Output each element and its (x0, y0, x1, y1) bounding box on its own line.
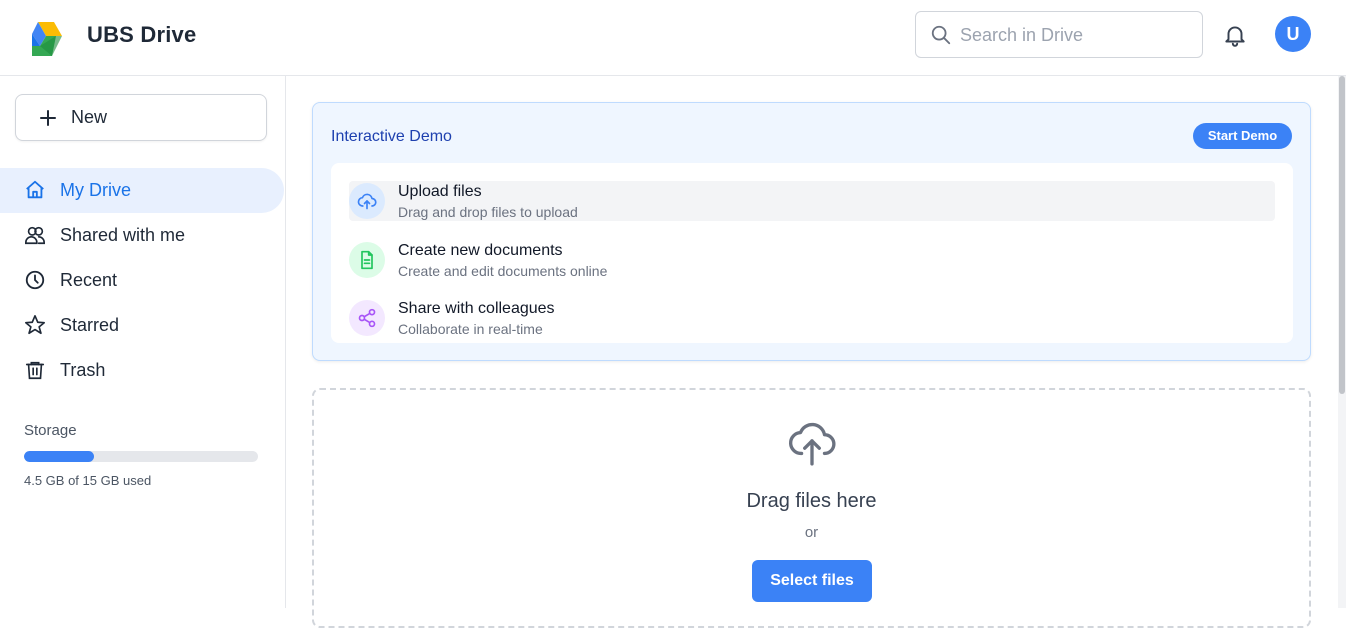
clock-icon (25, 270, 45, 290)
demo-title: Interactive Demo (331, 128, 452, 145)
demo-step-description: Collaborate in real-time (398, 321, 543, 337)
select-files-button[interactable]: Select files (752, 560, 872, 602)
interactive-demo-panel: Interactive Demo Start Demo Upload files… (312, 102, 1311, 361)
drop-zone-or-text: or (804, 524, 819, 541)
sidebar-item-shared-with-me[interactable]: Shared with me (0, 213, 284, 258)
sidebar-item-label: My Drive (60, 180, 131, 200)
sidebar-item-starred[interactable]: Starred (0, 303, 284, 348)
sidebar-item-trash[interactable]: Trash (0, 348, 284, 393)
demo-step-title: Upload files (398, 183, 482, 200)
demo-step-description: Drag and drop files to upload (398, 204, 578, 220)
cloud-upload-icon (788, 422, 836, 466)
new-button[interactable]: New (15, 94, 267, 141)
sidebar-item-label: Recent (60, 270, 118, 290)
sidebar-item-my-drive[interactable]: My Drive (0, 168, 284, 213)
search-input[interactable] (960, 20, 1195, 50)
storage-progress-bar (24, 451, 258, 462)
search-box[interactable] (915, 11, 1203, 58)
demo-step-title: Share with colleagues (398, 300, 555, 317)
sidebar-item-label: Starred (60, 315, 120, 335)
demo-step-create-docs[interactable]: Create new documents Create and edit doc… (349, 240, 1275, 280)
sidebar-item-recent[interactable]: Recent (0, 258, 284, 303)
demo-step-upload[interactable]: Upload files Drag and drop files to uplo… (349, 181, 1275, 221)
sidebar: New My Drive Shared with me Recent Starr… (0, 76, 286, 608)
main-scrollbar[interactable] (1338, 76, 1346, 608)
demo-step-share[interactable]: Share with colleagues Collaborate in rea… (349, 298, 1275, 338)
trash-icon (25, 361, 45, 380)
new-button-label: New (71, 107, 108, 127)
home-icon (26, 180, 44, 199)
star-icon (25, 315, 45, 335)
file-drop-zone[interactable]: Drag files here or Select files (312, 388, 1311, 628)
share-icon (349, 300, 385, 336)
demo-step-title: Create new documents (398, 242, 563, 259)
scrollbar-thumb[interactable] (1339, 76, 1345, 394)
top-header: UBS Drive U (0, 0, 1346, 76)
user-avatar[interactable]: U (1275, 16, 1311, 52)
start-demo-button[interactable]: Start Demo (1193, 123, 1292, 149)
drop-zone-title: Drag files here (746, 490, 877, 512)
sidebar-item-label: Trash (60, 360, 106, 380)
app-title: UBS Drive (87, 22, 197, 47)
search-icon (931, 25, 951, 45)
storage-usage-text: 4.5 GB of 15 GB used (24, 473, 152, 488)
notification-bell-icon[interactable] (1222, 22, 1248, 48)
plus-icon (40, 110, 56, 126)
users-icon (25, 226, 45, 245)
demo-steps-list: Upload files Drag and drop files to uplo… (331, 163, 1293, 343)
drive-logo-icon[interactable] (28, 20, 64, 58)
document-icon (349, 242, 385, 278)
storage-title: Storage (24, 422, 77, 439)
cloud-upload-icon (349, 183, 385, 219)
sidebar-item-label: Shared with me (60, 225, 186, 245)
storage-progress-fill (24, 451, 95, 462)
demo-step-description: Create and edit documents online (398, 263, 608, 279)
